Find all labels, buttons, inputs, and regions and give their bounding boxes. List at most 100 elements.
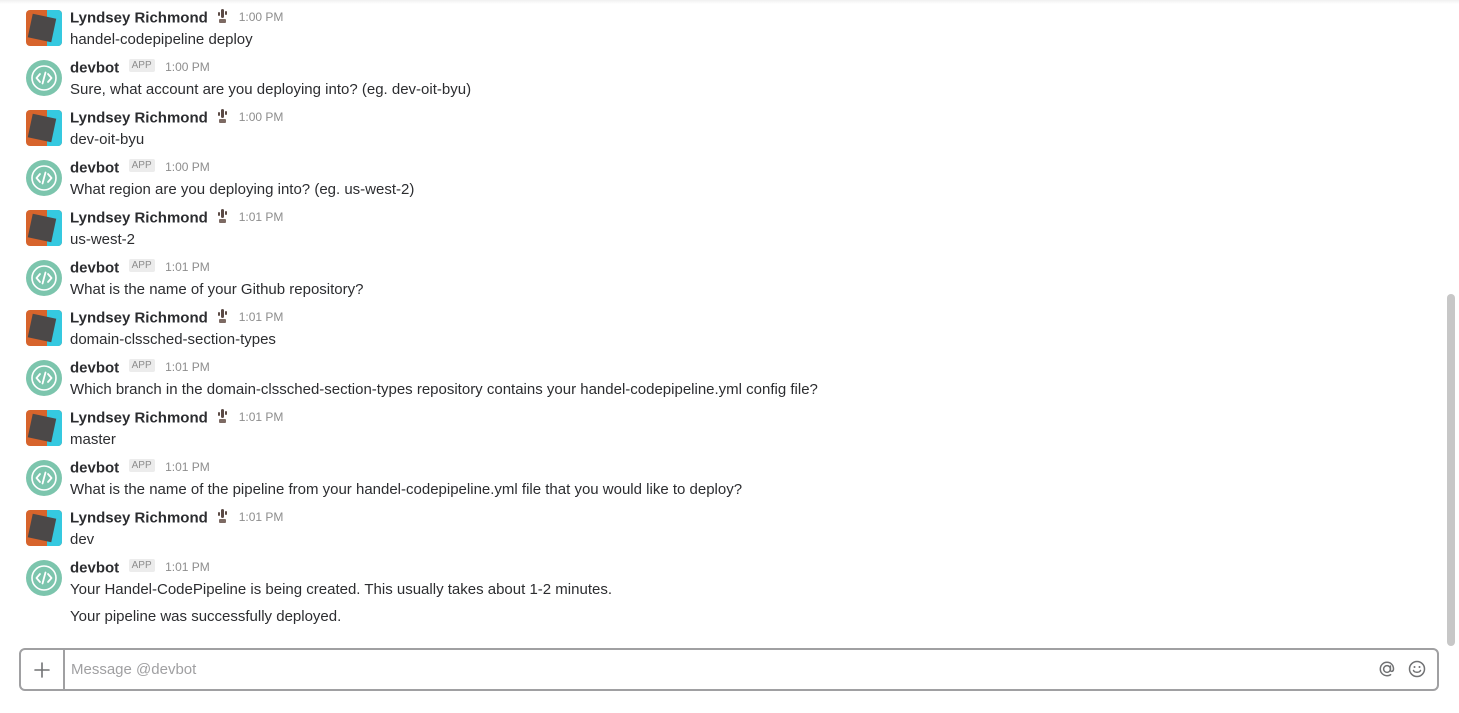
- author-name[interactable]: Lyndsey Richmond: [70, 409, 208, 426]
- message-header: devbot APP 1:01 PM: [70, 359, 210, 379]
- app-badge: APP: [128, 559, 155, 573]
- code-icon: [31, 365, 57, 391]
- cactus-icon: [218, 108, 228, 123]
- avatar[interactable]: [26, 10, 62, 46]
- add-attachment-button[interactable]: [21, 650, 65, 689]
- message-header: devbot APP 1:01 PM: [70, 259, 210, 279]
- author-name[interactable]: devbot: [70, 259, 119, 276]
- app-badge: APP: [128, 59, 155, 73]
- at-sign-icon: [1379, 661, 1395, 677]
- message-header: devbot APP 1:00 PM: [70, 59, 210, 79]
- message: devbot APP 1:00 PM What region are you d…: [0, 150, 1440, 200]
- message-header: Lyndsey Richmond 1:01 PM: [70, 508, 284, 529]
- message: Lyndsey Richmond 1:01 PM us-west-2: [0, 200, 1440, 250]
- message-list[interactable]: Lyndsey Richmond 1:00 PM handel-codepipe…: [0, 0, 1445, 640]
- message-header: Lyndsey Richmond 1:01 PM: [70, 408, 284, 429]
- message-text: Sure, what account are you deploying int…: [70, 81, 472, 98]
- author-name[interactable]: devbot: [70, 559, 119, 576]
- cactus-icon: [218, 308, 228, 323]
- cactus-icon: [218, 8, 228, 23]
- cactus-icon: [218, 508, 228, 523]
- avatar[interactable]: [26, 60, 62, 96]
- message-text: us-west-2: [70, 231, 136, 248]
- author-name[interactable]: Lyndsey Richmond: [70, 209, 208, 226]
- scrollbar-thumb[interactable]: [1447, 294, 1455, 646]
- author-name[interactable]: Lyndsey Richmond: [70, 9, 208, 26]
- message: devbot APP 1:01 PM Which branch in the d…: [0, 350, 1440, 400]
- author-name[interactable]: devbot: [70, 59, 119, 76]
- chat-window: Lyndsey Richmond 1:00 PM handel-codepipe…: [0, 0, 1459, 713]
- avatar[interactable]: [26, 160, 62, 196]
- message-text: Which branch in the domain-clssched-sect…: [70, 381, 818, 398]
- message-text: What is the name of the pipeline from yo…: [70, 481, 743, 498]
- message-input[interactable]: [71, 650, 1371, 689]
- message-text: Your pipeline was successfully deployed.: [70, 608, 342, 625]
- message-text: What is the name of your Github reposito…: [70, 281, 364, 298]
- author-name[interactable]: Lyndsey Richmond: [70, 509, 208, 526]
- message-text: handel-codepipeline deploy: [70, 31, 253, 48]
- avatar[interactable]: [26, 510, 62, 546]
- app-badge: APP: [128, 159, 155, 173]
- author-name[interactable]: devbot: [70, 159, 119, 176]
- author-name[interactable]: Lyndsey Richmond: [70, 109, 208, 126]
- app-badge: APP: [128, 259, 155, 273]
- message-header: Lyndsey Richmond 1:00 PM: [70, 108, 284, 129]
- mention-button[interactable]: [1377, 659, 1397, 679]
- timestamp[interactable]: 1:00 PM: [239, 110, 284, 124]
- cactus-icon: [218, 408, 228, 423]
- author-name[interactable]: Lyndsey Richmond: [70, 309, 208, 326]
- plus-icon: [34, 661, 50, 678]
- avatar[interactable]: [26, 360, 62, 396]
- timestamp[interactable]: 1:01 PM: [165, 360, 210, 374]
- timestamp[interactable]: 1:01 PM: [239, 510, 284, 524]
- cactus-icon: [218, 208, 228, 223]
- timestamp[interactable]: 1:01 PM: [165, 460, 210, 474]
- message: devbot APP 1:01 PM Your Handel-CodePipel…: [0, 550, 1440, 630]
- timestamp[interactable]: 1:01 PM: [165, 260, 210, 274]
- message-composer: [19, 648, 1439, 691]
- timestamp[interactable]: 1:00 PM: [165, 60, 210, 74]
- message-text: master: [70, 431, 116, 448]
- avatar[interactable]: [26, 260, 62, 296]
- code-icon: [31, 165, 57, 191]
- message: devbot APP 1:00 PM Sure, what account ar…: [0, 50, 1440, 100]
- message-text: What region are you deploying into? (eg.…: [70, 181, 415, 198]
- message: Lyndsey Richmond 1:00 PM handel-codepipe…: [0, 0, 1440, 50]
- message-header: devbot APP 1:01 PM: [70, 459, 210, 479]
- message: Lyndsey Richmond 1:01 PM master: [0, 400, 1440, 450]
- message-header: Lyndsey Richmond 1:01 PM: [70, 208, 284, 229]
- smiley-icon: [1408, 660, 1426, 678]
- emoji-button[interactable]: [1407, 659, 1427, 679]
- message: devbot APP 1:01 PM What is the name of y…: [0, 250, 1440, 300]
- message-header: Lyndsey Richmond 1:01 PM: [70, 308, 284, 329]
- timestamp[interactable]: 1:00 PM: [165, 160, 210, 174]
- author-name[interactable]: devbot: [70, 459, 119, 476]
- timestamp[interactable]: 1:00 PM: [239, 10, 284, 24]
- timestamp[interactable]: 1:01 PM: [165, 560, 210, 574]
- app-badge: APP: [128, 459, 155, 473]
- timestamp[interactable]: 1:01 PM: [239, 210, 284, 224]
- avatar[interactable]: [26, 110, 62, 146]
- avatar[interactable]: [26, 460, 62, 496]
- avatar[interactable]: [26, 310, 62, 346]
- avatar[interactable]: [26, 560, 62, 596]
- message: Lyndsey Richmond 1:01 PM dev: [0, 500, 1440, 550]
- message-header: devbot APP 1:01 PM: [70, 559, 210, 579]
- avatar[interactable]: [26, 410, 62, 446]
- message-header: Lyndsey Richmond 1:00 PM: [70, 8, 284, 29]
- code-icon: [31, 465, 57, 491]
- message-header: devbot APP 1:00 PM: [70, 159, 210, 179]
- message-text: domain-clssched-section-types: [70, 331, 276, 348]
- message: devbot APP 1:01 PM What is the name of t…: [0, 450, 1440, 500]
- message-text: dev: [70, 531, 95, 548]
- app-badge: APP: [128, 359, 155, 373]
- message-text: dev-oit-byu: [70, 131, 145, 148]
- author-name[interactable]: devbot: [70, 359, 119, 376]
- message: Lyndsey Richmond 1:01 PM domain-clssched…: [0, 300, 1440, 350]
- message-text: Your Handel-CodePipeline is being create…: [70, 581, 612, 598]
- timestamp[interactable]: 1:01 PM: [239, 310, 284, 324]
- avatar[interactable]: [26, 210, 62, 246]
- code-icon: [31, 65, 57, 91]
- timestamp[interactable]: 1:01 PM: [239, 410, 284, 424]
- message: Lyndsey Richmond 1:00 PM dev-oit-byu: [0, 100, 1440, 150]
